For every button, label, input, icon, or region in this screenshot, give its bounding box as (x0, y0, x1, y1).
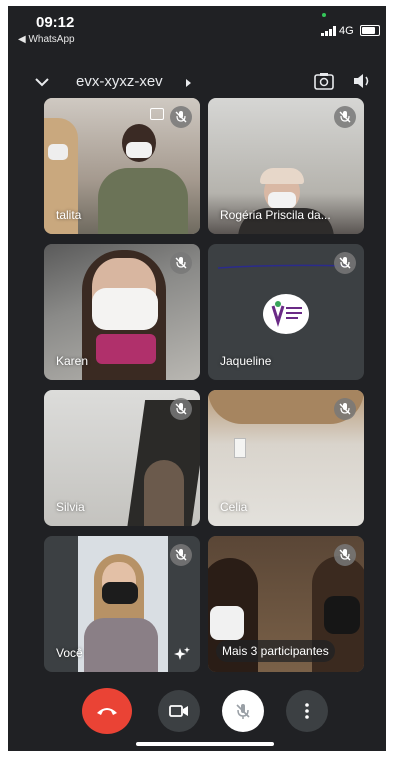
call-controls (8, 686, 386, 736)
meeting-code[interactable]: evx-xyxz-xev (76, 73, 163, 90)
face-mask (92, 288, 158, 330)
participant-tile-silvia[interactable]: Silvia (44, 390, 200, 526)
clock: 09:12 (36, 14, 75, 31)
participant-name: Karen (56, 354, 89, 368)
home-indicator[interactable] (136, 742, 274, 746)
pin-icon[interactable] (150, 108, 164, 120)
more-participants-label[interactable]: Mais 3 participantes (216, 640, 335, 662)
battery-icon (360, 25, 380, 36)
mic-off-icon (334, 544, 356, 566)
sparkle-icon[interactable] (174, 646, 190, 662)
mic-off-icon (334, 398, 356, 420)
hangup-icon (97, 708, 117, 715)
participant-tile-jaqueline[interactable]: Jaqueline (208, 244, 364, 380)
face-mask (268, 192, 296, 208)
participant-body (144, 460, 184, 526)
more-options-button[interactable] (286, 690, 328, 732)
meeting-header: evx-xyxz-xev (8, 66, 386, 98)
camera-switch-icon[interactable] (314, 72, 334, 90)
participant-name: Celia (220, 500, 248, 514)
face-mask (126, 142, 152, 158)
participant-tile-celia[interactable]: Celia (208, 390, 364, 526)
participant-name: talita (56, 208, 82, 222)
participant-name: Rogéria Priscila da... (220, 208, 331, 222)
mic-off-icon (170, 106, 192, 128)
meet-screen: 09:12 ◀ WhatsApp 4G evx-xyxz-xev talita … (8, 6, 386, 751)
participant-tile-karen[interactable]: Karen (44, 244, 200, 380)
mic-off-icon (334, 106, 356, 128)
participant-tile-self[interactable]: Você (44, 536, 200, 672)
mic-toggle-button[interactable] (222, 690, 264, 732)
scarf (96, 334, 156, 364)
face-mask (210, 606, 244, 640)
back-to-app-link[interactable]: ◀ WhatsApp (18, 34, 75, 45)
participant-tile-rogeria[interactable]: Rogéria Priscila da... (208, 98, 364, 234)
chevron-down-icon[interactable] (34, 74, 50, 90)
beanie (260, 168, 304, 184)
participant-name: Jaqueline (220, 354, 272, 368)
signal-icon (321, 26, 336, 36)
mic-in-use-indicator (322, 13, 326, 17)
more-vert-icon (305, 703, 309, 719)
more-participants-tile[interactable]: Mais 3 participantes (208, 536, 364, 672)
mic-off-icon (170, 544, 192, 566)
hangup-button[interactable] (82, 688, 132, 734)
participant-body (84, 618, 158, 672)
wall-switch (234, 438, 246, 458)
camera-icon (169, 705, 188, 717)
network-type: 4G (339, 25, 354, 37)
mic-off-icon (236, 704, 250, 719)
mic-off-icon (170, 398, 192, 420)
participant-name: Silvia (56, 500, 85, 514)
status-bar: 09:12 ◀ WhatsApp 4G (8, 6, 386, 52)
participant-name: Você (56, 646, 83, 660)
face-mask (324, 596, 360, 634)
participant-body (98, 168, 188, 234)
camera-toggle-button[interactable] (158, 690, 200, 732)
meeting-info-arrow-icon[interactable] (186, 79, 191, 87)
mic-off-icon (334, 252, 356, 274)
mic-off-icon (170, 252, 192, 274)
participant-avatar-logo (263, 294, 309, 334)
streak-decoration (218, 264, 348, 269)
face-mask (102, 582, 138, 604)
face-mask (48, 144, 68, 160)
participant-tile-talita[interactable]: talita (44, 98, 200, 234)
speaker-icon[interactable] (352, 72, 372, 90)
